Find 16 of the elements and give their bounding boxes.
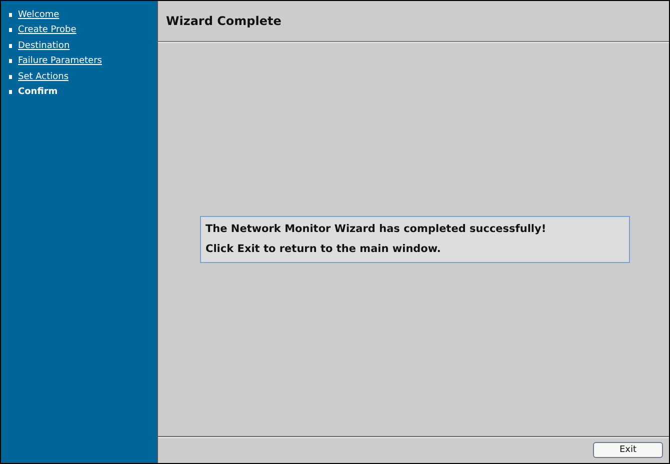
- step-link[interactable]: Set Actions: [18, 72, 69, 82]
- bullet-icon: [9, 59, 12, 64]
- bullet-icon: [9, 90, 12, 94]
- message-text: Click Exit to return to the main window.: [206, 242, 442, 256]
- bullet-icon: [9, 28, 12, 32]
- bullet-icon: [9, 12, 12, 17]
- step-link[interactable]: Destination: [18, 40, 70, 51]
- step-link[interactable]: Failure Parameters: [18, 56, 102, 66]
- bullet-icon: [9, 74, 12, 79]
- exit-button[interactable]: Exit: [593, 442, 663, 458]
- bullet-icon: [9, 44, 12, 48]
- message-text: The Network Monitor Wizard has completed successfully!: [206, 222, 548, 236]
- step-link[interactable]: Create Probe: [18, 25, 76, 36]
- step-link[interactable]: Welcome: [18, 10, 60, 20]
- current-step[interactable]: Confirm: [18, 87, 58, 98]
- page-title: Wizard Complete: [166, 14, 282, 28]
